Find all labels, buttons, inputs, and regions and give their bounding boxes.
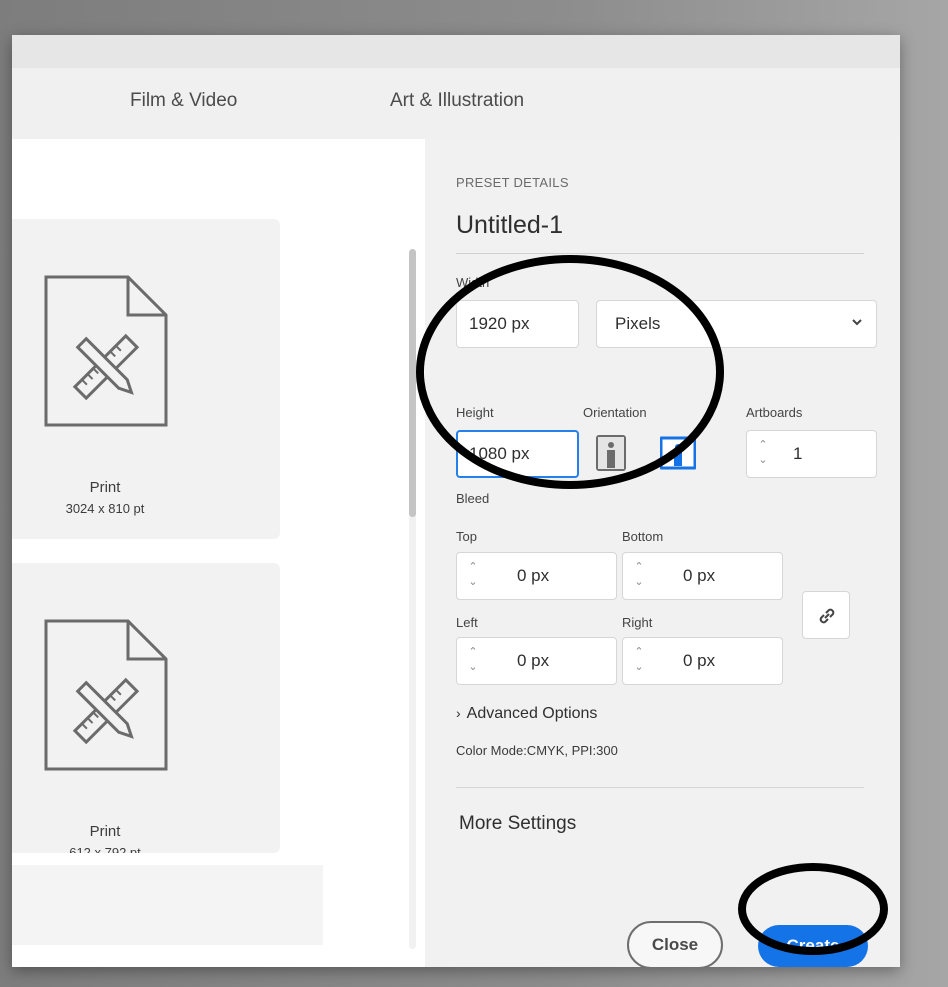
bleed-right-value: 0 px [683, 651, 716, 670]
right-stepper[interactable]: ⌃ ⌄ [631, 646, 647, 676]
width-value: 1920 px [469, 314, 530, 333]
height-field[interactable]: 1080 px [456, 430, 579, 478]
preset-gallery: Print 3024 x 810 pt Print 612 x 792 pt [12, 139, 425, 967]
advanced-options-toggle[interactable]: › Advanced Options [456, 705, 597, 723]
top-stepper[interactable]: ⌃ ⌄ [465, 561, 481, 591]
scrollbar-thumb[interactable] [409, 249, 416, 517]
preset-title: Print [89, 823, 121, 840]
document-name-field[interactable]: Untitled-1 [456, 211, 563, 240]
preset-title: Print [89, 479, 121, 496]
link-bleed-button[interactable] [802, 591, 850, 639]
new-document-dialog: Film & Video Art & Illustration Print 30… [12, 35, 900, 967]
units-select[interactable]: Pixels [596, 300, 877, 348]
orientation-label: Orientation [583, 405, 647, 420]
link-icon [819, 608, 835, 624]
preset-card[interactable]: Print 612 x 792 pt [12, 563, 280, 853]
close-button[interactable]: Close [627, 921, 723, 967]
units-value: Pixels [615, 314, 661, 333]
preset-card[interactable]: Print 3024 x 810 pt [12, 219, 280, 539]
artboards-stepper[interactable]: ⌃ ⌄ [755, 439, 771, 469]
gallery-scrollbar[interactable] [409, 249, 416, 949]
bleed-right-field[interactable]: ⌃ ⌄ 0 px [622, 637, 783, 685]
width-field[interactable]: 1920 px [456, 300, 579, 348]
tab-art-illustration[interactable]: Art & Illustration [390, 90, 524, 112]
bleed-left-label: Left [456, 615, 478, 630]
advanced-options-label: Advanced Options [466, 705, 598, 722]
bleed-left-field[interactable]: ⌃ ⌄ 0 px [456, 637, 617, 685]
artboards-value: 1 [793, 444, 803, 463]
height-value: 1080 px [469, 444, 530, 463]
color-mode-info: Color Mode:CMYK, PPI:300 [456, 743, 618, 758]
name-underline [456, 253, 864, 254]
chevron-down-icon [852, 319, 862, 326]
bleed-top-value: 0 px [517, 566, 550, 585]
document-print-icon [44, 275, 168, 427]
artboards-label: Artboards [746, 405, 803, 420]
divider [456, 787, 864, 788]
bleed-top-label: Top [456, 529, 477, 544]
landscape-icon[interactable] [660, 435, 696, 471]
bottom-stepper[interactable]: ⌃ ⌄ [631, 561, 647, 591]
bleed-right-label: Right [622, 615, 653, 630]
bleed-bottom-field[interactable]: ⌃ ⌄ 0 px [622, 552, 783, 600]
section-label: PRESET DETAILS [456, 175, 569, 190]
create-button[interactable]: Create [758, 925, 868, 967]
tab-film-video[interactable]: Film & Video [130, 90, 237, 112]
preset-details-panel: PRESET DETAILS Untitled-1 Width 1920 px … [425, 139, 900, 967]
chevron-right-icon: › [456, 705, 461, 721]
bleed-bottom-label: Bottom [622, 529, 664, 544]
portrait-icon[interactable] [596, 435, 626, 471]
category-tabs: Film & Video Art & Illustration [12, 35, 900, 139]
preset-search-area [12, 865, 323, 945]
bleed-bottom-value: 0 px [683, 566, 716, 585]
bleed-label: Bleed [456, 491, 490, 506]
height-label: Height [456, 405, 494, 420]
width-label: Width [456, 275, 490, 290]
document-print-icon [44, 619, 168, 771]
preset-size: 612 x 792 pt [69, 845, 141, 853]
preset-size: 3024 x 810 pt [65, 501, 145, 516]
more-settings-link[interactable]: More Settings [459, 813, 576, 835]
artboards-field[interactable]: ⌃ ⌄ 1 [746, 430, 877, 478]
bleed-top-field[interactable]: ⌃ ⌄ 0 px [456, 552, 617, 600]
left-stepper[interactable]: ⌃ ⌄ [465, 646, 481, 676]
bleed-left-value: 0 px [517, 651, 550, 670]
